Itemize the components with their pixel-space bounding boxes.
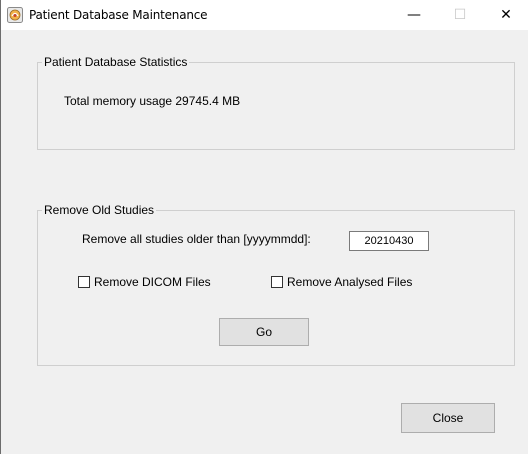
remove-old-studies-legend: Remove Old Studies — [42, 203, 157, 217]
remove-analysed-label[interactable]: Remove Analysed Files — [287, 275, 412, 289]
go-button[interactable]: Go — [219, 318, 309, 346]
date-input[interactable] — [349, 231, 429, 251]
app-icon — [7, 7, 23, 23]
title-bar[interactable]: Patient Database Maintenance — ☐ ✕ — [1, 0, 528, 30]
maximize-button[interactable]: ☐ — [437, 0, 483, 30]
remove-analysed-checkbox[interactable] — [271, 276, 283, 288]
minimize-button[interactable]: — — [391, 0, 437, 30]
older-than-label: Remove all studies older than [yyyymmdd]… — [82, 232, 311, 246]
dialog-window: Patient Database Maintenance — ☐ ✕ Patie… — [0, 0, 528, 454]
window-title: Patient Database Maintenance — [29, 8, 208, 22]
remove-dicom-checkbox[interactable] — [78, 276, 90, 288]
close-button[interactable]: Close — [401, 403, 495, 433]
remove-dicom-label[interactable]: Remove DICOM Files — [94, 275, 211, 289]
close-window-button[interactable]: ✕ — [483, 0, 528, 30]
statistics-legend: Patient Database Statistics — [42, 55, 190, 69]
memory-usage-text: Total memory usage 29745.4 MB — [64, 94, 241, 108]
